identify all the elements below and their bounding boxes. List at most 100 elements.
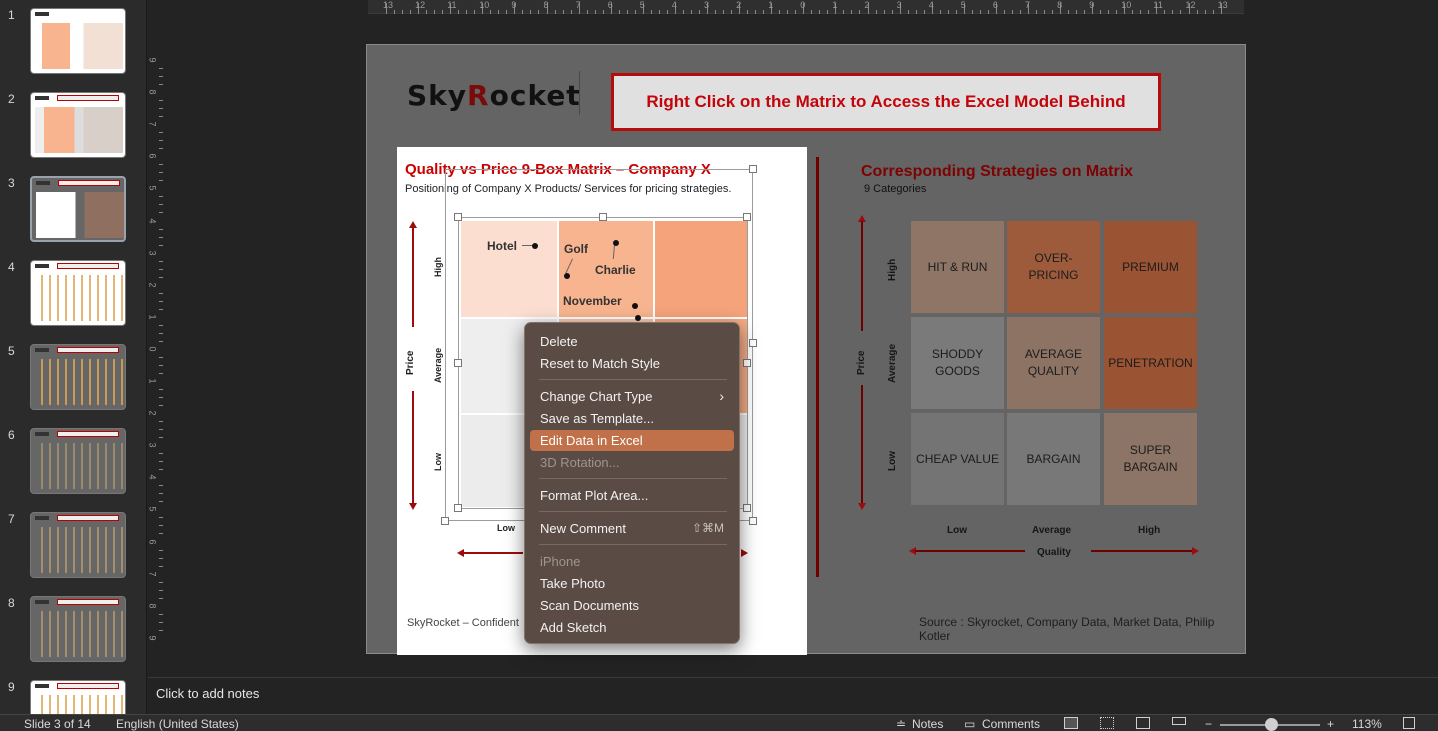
- ruler-label: 7: [575, 0, 581, 10]
- slide-thumbnail[interactable]: [30, 680, 126, 714]
- resize-handle[interactable]: [454, 359, 462, 367]
- thumbnail-row[interactable]: 9: [0, 680, 146, 714]
- menu-item-change-chart-type[interactable]: Change Chart Type ›: [530, 386, 734, 407]
- thumbnail-row[interactable]: 2: [0, 92, 146, 162]
- ruler-minor-tick: [971, 10, 973, 14]
- ruler-label: 5: [147, 506, 158, 512]
- resize-handle[interactable]: [743, 504, 751, 512]
- ruler-minor-tick: [731, 10, 733, 14]
- menu-item-new-comment[interactable]: New Comment ⇧⌘M: [530, 518, 734, 539]
- resize-handle[interactable]: [454, 213, 462, 221]
- slide-thumbnail-selected[interactable]: [30, 176, 126, 242]
- fit-to-window-icon[interactable]: [1403, 717, 1415, 729]
- ruler-minor-tick: [811, 10, 813, 14]
- resize-handle[interactable]: [454, 504, 462, 512]
- data-point[interactable]: [635, 315, 641, 321]
- menu-item-format-plot-area[interactable]: Format Plot Area...: [530, 485, 734, 506]
- ruler-minor-tick: [159, 116, 163, 118]
- slide-thumbnail[interactable]: [30, 92, 126, 158]
- slide-thumbnail[interactable]: [30, 8, 126, 74]
- slide-canvas[interactable]: SkyRocket Right Click on the Matrix to A…: [366, 44, 1246, 655]
- instruction-banner[interactable]: Right Click on the Matrix to Access the …: [611, 73, 1161, 131]
- menu-item-take-photo[interactable]: Take Photo: [530, 573, 734, 594]
- ruler-minor-tick: [1212, 10, 1214, 14]
- thumbnail-row[interactable]: 5: [0, 344, 146, 414]
- slide-thumbnail[interactable]: [30, 344, 126, 410]
- strategy-cell-over-pricing: OVER-PRICING: [1007, 221, 1100, 313]
- ruler-minor-tick: [859, 10, 861, 14]
- language-indicator[interactable]: English (United States): [116, 717, 239, 731]
- menu-item-save-template[interactable]: Save as Template...: [530, 408, 734, 429]
- data-point-hotel[interactable]: [532, 243, 538, 249]
- ruler-label: 6: [607, 0, 613, 10]
- slide-thumbnails-panel[interactable]: 1 2 3 4 5 6 7 8 9: [0, 0, 147, 714]
- zoom-out-icon[interactable]: −: [1205, 717, 1212, 731]
- ruler-label: 4: [928, 0, 934, 10]
- slide-thumbnail[interactable]: [30, 428, 126, 494]
- ruler-label: 6: [992, 0, 998, 10]
- context-menu[interactable]: Delete Reset to Match Style Change Chart…: [524, 322, 740, 644]
- data-point-november[interactable]: [632, 303, 638, 309]
- ruler-label: 4: [147, 217, 158, 224]
- resize-handle[interactable]: [743, 213, 751, 221]
- y-axis-title: Price: [405, 350, 416, 375]
- resize-handle[interactable]: [749, 517, 757, 525]
- thumbnail-row[interactable]: 4: [0, 260, 146, 330]
- notes-pane[interactable]: Click to add notes: [148, 677, 1438, 714]
- thumbnail-row[interactable]: 3: [0, 176, 146, 246]
- ruler-minor-tick: [1019, 10, 1021, 14]
- ruler-label: 12: [415, 0, 426, 10]
- comments-button[interactable]: Comments: [982, 717, 1040, 731]
- ruler-minor-tick: [1140, 10, 1142, 14]
- resize-handle[interactable]: [749, 165, 757, 173]
- thumbnail-row[interactable]: 6: [0, 428, 146, 498]
- thumbnail-row[interactable]: 1: [0, 8, 146, 78]
- strategy-cell-cheap-value: CHEAP VALUE: [911, 413, 1004, 505]
- zoom-level: 113%: [1352, 717, 1382, 731]
- resize-handle[interactable]: [599, 213, 607, 221]
- thumbnail-row[interactable]: 8: [0, 596, 146, 666]
- zoom-slider-knob[interactable]: [1265, 718, 1278, 731]
- slide-thumbnail[interactable]: [30, 596, 126, 662]
- ruler-minor-tick: [538, 10, 540, 14]
- resize-handle[interactable]: [441, 517, 449, 525]
- menu-item-add-sketch[interactable]: Add Sketch: [530, 617, 734, 638]
- ruler-minor-tick: [626, 10, 628, 14]
- menu-header-iphone: iPhone: [540, 554, 581, 569]
- thumbnail-number: 2: [8, 92, 15, 106]
- menu-separator: [539, 511, 727, 512]
- menu-item-delete[interactable]: Delete: [530, 331, 734, 352]
- notes-button[interactable]: Notes: [912, 717, 943, 731]
- quality-arrow-line: [1091, 550, 1193, 552]
- ruler-minor-tick: [819, 10, 821, 14]
- data-point-golf[interactable]: [564, 273, 570, 279]
- menu-item-reset-style[interactable]: Reset to Match Style: [530, 353, 734, 374]
- data-point-charlie[interactable]: [613, 240, 619, 246]
- matrix-cell-high-high: [655, 221, 747, 317]
- reading-view-icon[interactable]: [1136, 717, 1150, 729]
- menu-item-edit-data-excel[interactable]: Edit Data in Excel: [530, 430, 734, 451]
- vertical-ruler[interactable]: 9 8 7 6 5 4 3 2 1 0 1 2 3 4 5 6 7 8 9: [148, 16, 164, 676]
- horizontal-ruler[interactable]: 13 12 11 10 9 8 7 6 5 4 3 2 1 0 1 2 3 4 5 6 7 8 9 10 11 12 13: [148, 0, 1438, 16]
- y-tick-low: Low: [433, 453, 443, 471]
- right-x-tick-low: Low: [947, 525, 967, 536]
- slide-sorter-icon[interactable]: [1100, 717, 1114, 729]
- thumbnail-row[interactable]: 7: [0, 512, 146, 582]
- resize-handle[interactable]: [749, 339, 757, 347]
- slideshow-icon[interactable]: [1172, 717, 1186, 725]
- divider-bar: [816, 157, 819, 577]
- ruler-label: 9: [147, 635, 158, 641]
- ruler-minor-tick: [159, 76, 163, 78]
- shortcut-label: ⇧⌘M: [691, 521, 724, 535]
- ruler-minor-tick: [1036, 10, 1038, 14]
- slide-thumbnail[interactable]: [30, 260, 126, 326]
- arrow-down-icon: [409, 503, 417, 510]
- ruler-minor-tick: [159, 212, 163, 214]
- ruler-minor-tick: [159, 180, 163, 182]
- normal-view-icon[interactable]: [1064, 717, 1078, 729]
- resize-handle[interactable]: [743, 359, 751, 367]
- ruler-minor-tick: [1100, 10, 1102, 14]
- zoom-in-icon[interactable]: +: [1327, 717, 1334, 731]
- slide-thumbnail[interactable]: [30, 512, 126, 578]
- menu-item-scan-documents[interactable]: Scan Documents: [530, 595, 734, 616]
